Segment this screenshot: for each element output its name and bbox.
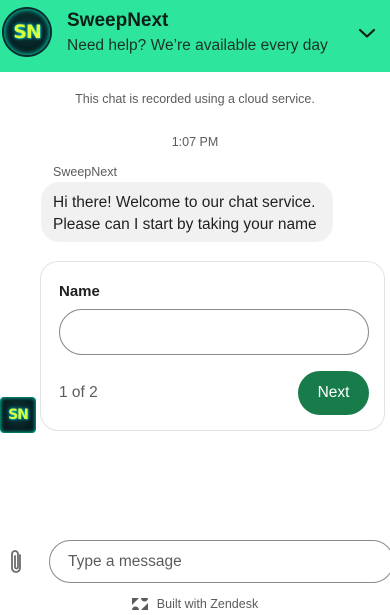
next-button[interactable]: Next — [298, 371, 369, 415]
name-field-label: Name — [59, 283, 100, 300]
footer-text: Built with Zendesk — [156, 597, 259, 611]
header-title: SweepNext — [67, 10, 169, 31]
message-timestamp: 1:07 PM — [171, 135, 219, 149]
message-line: Please can I start by taking your name — [53, 216, 317, 233]
message-line: Hi there! Welcome to our chat service. — [53, 194, 316, 211]
message-input[interactable] — [49, 540, 390, 583]
bot-avatar: SN — [0, 397, 36, 433]
name-field[interactable] — [59, 309, 369, 355]
form-step-counter: 1 of 2 — [59, 384, 98, 401]
header-subtitle: Need help? We’re available every day — [67, 37, 328, 54]
recording-notice: This chat is recorded using a cloud serv… — [75, 92, 315, 106]
name-form-card: Name 1 of 2 Next — [40, 261, 385, 431]
bot-avatar-text: SN — [8, 407, 29, 423]
paperclip-icon[interactable] — [7, 548, 27, 576]
chevron-down-icon[interactable] — [356, 22, 378, 44]
zendesk-icon — [131, 598, 148, 610]
brand-avatar: SN — [4, 9, 50, 55]
brand-logo-text: SN — [13, 21, 42, 43]
bot-message-bubble: Hi there! Welcome to our chat service. P… — [41, 182, 333, 242]
chat-header[interactable]: SN SweepNext Need help? We’re available … — [0, 0, 390, 72]
message-sender: SweepNext — [53, 165, 117, 179]
footer-branding[interactable]: Built with Zendesk — [0, 597, 390, 611]
